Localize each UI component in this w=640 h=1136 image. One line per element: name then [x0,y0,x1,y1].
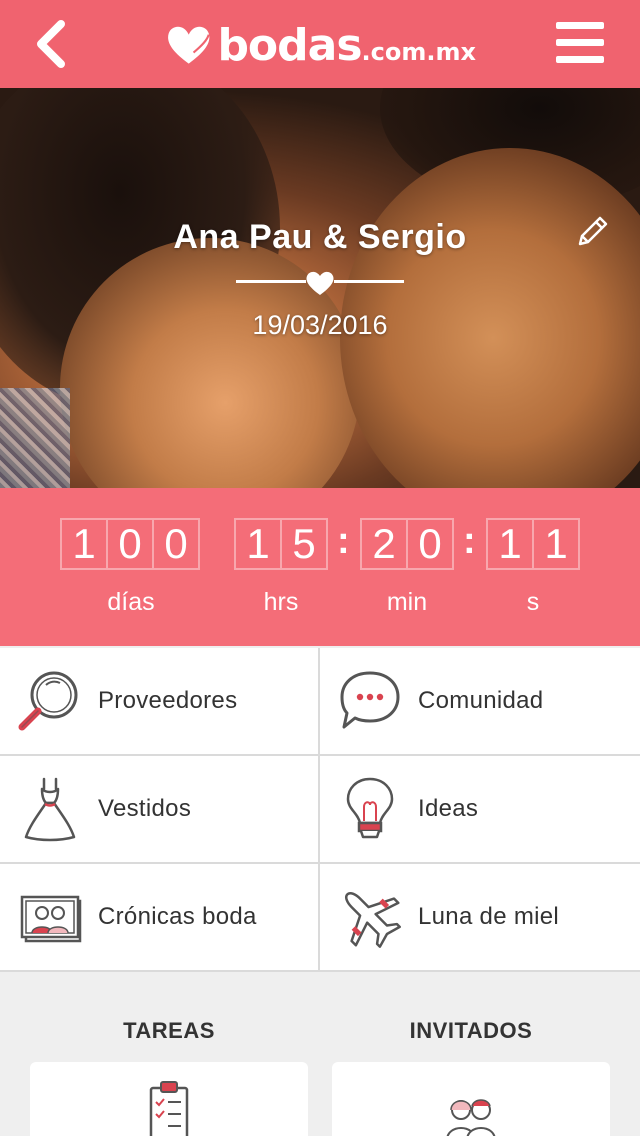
dress-icon [16,775,84,843]
couple-photo: Ana Pau & Sergio 19/03/2016 [0,88,640,488]
heart-logo-icon [168,26,210,64]
lightbulb-icon [336,775,404,843]
menu-item-label: Luna de miel [418,903,560,930]
menu-item-comunidad[interactable]: Comunidad [320,648,638,754]
heart-divider [236,270,404,295]
guests-icon [446,1099,496,1136]
countdown-label-minutes: min [386,588,428,616]
couple-names: Ana Pau & Sergio [173,218,467,256]
countdown-label-days: días [107,588,155,616]
menu-item-label: Proveedores [98,687,238,714]
countdown-days: 1 0 0 [60,518,200,570]
back-button[interactable] [22,14,78,74]
checklist-icon [149,1081,189,1136]
menu-item-label: Vestidos [98,795,192,822]
app-screen: bodas.com.mx Ana Pau & Sergio 19/03/2016… [0,0,640,1136]
logo-suffix: .com.mx [361,37,476,66]
countdown-label-seconds: s [526,588,540,616]
section-title-invitados: INVITADOS [409,1018,533,1043]
countdown-digit: 1 [486,518,534,570]
menu-item-cronicas-boda[interactable]: Crónicas boda [0,864,318,970]
hamburger-menu-button[interactable] [554,20,610,68]
countdown-digit: 0 [106,518,154,570]
bodas-logo: bodas.com.mx [166,14,476,76]
tasks-card[interactable] [30,1062,308,1136]
top-nav-bar: bodas.com.mx [0,0,640,88]
photo-album-icon [16,883,84,951]
countdown-hours: 1 5 [234,518,328,570]
countdown-digit: 2 [360,518,408,570]
menu-item-proveedores[interactable]: Proveedores [0,648,318,754]
magnifier-icon [16,667,84,735]
countdown-digit: 5 [280,518,328,570]
heart-icon [306,271,334,295]
wedding-date: 19/03/2016 [252,310,388,340]
countdown-minutes: 2 0 [360,518,454,570]
menu-item-label: Crónicas boda [98,903,257,930]
dashboard-sections: TAREAS INVITADOS [0,970,640,1136]
menu-item-luna-de-miel[interactable]: Luna de miel [320,864,638,970]
guests-card[interactable] [332,1062,610,1136]
airplane-icon [336,883,404,951]
chevron-left-icon [37,20,65,68]
section-title-tareas: TAREAS [123,1018,215,1043]
countdown-digit: 0 [152,518,200,570]
edit-button[interactable] [572,212,612,252]
wedding-countdown: 1 0 0 1 5 : 2 0 : 1 1 días hrs min s [0,488,640,646]
countdown-digit: 1 [60,518,108,570]
countdown-digit: 1 [234,518,282,570]
logo-main: bodas [217,19,362,71]
menu-item-vestidos[interactable]: Vestidos [0,756,318,862]
menu-item-ideas[interactable]: Ideas [320,756,638,862]
menu-item-label: Ideas [418,795,479,822]
countdown-separator: : [463,520,476,562]
countdown-label-hours: hrs [263,588,299,616]
feature-menu-grid: Proveedores Comunidad Vestidos Ideas Cró… [0,648,640,970]
pencil-icon [578,216,608,246]
chat-bubble-icon [336,667,404,735]
logo-text: bodas.com.mx [217,20,476,71]
countdown-separator: : [337,520,350,562]
countdown-digit: 0 [406,518,454,570]
countdown-digit: 1 [532,518,580,570]
menu-item-label: Comunidad [418,687,544,714]
countdown-seconds: 1 1 [486,518,580,570]
